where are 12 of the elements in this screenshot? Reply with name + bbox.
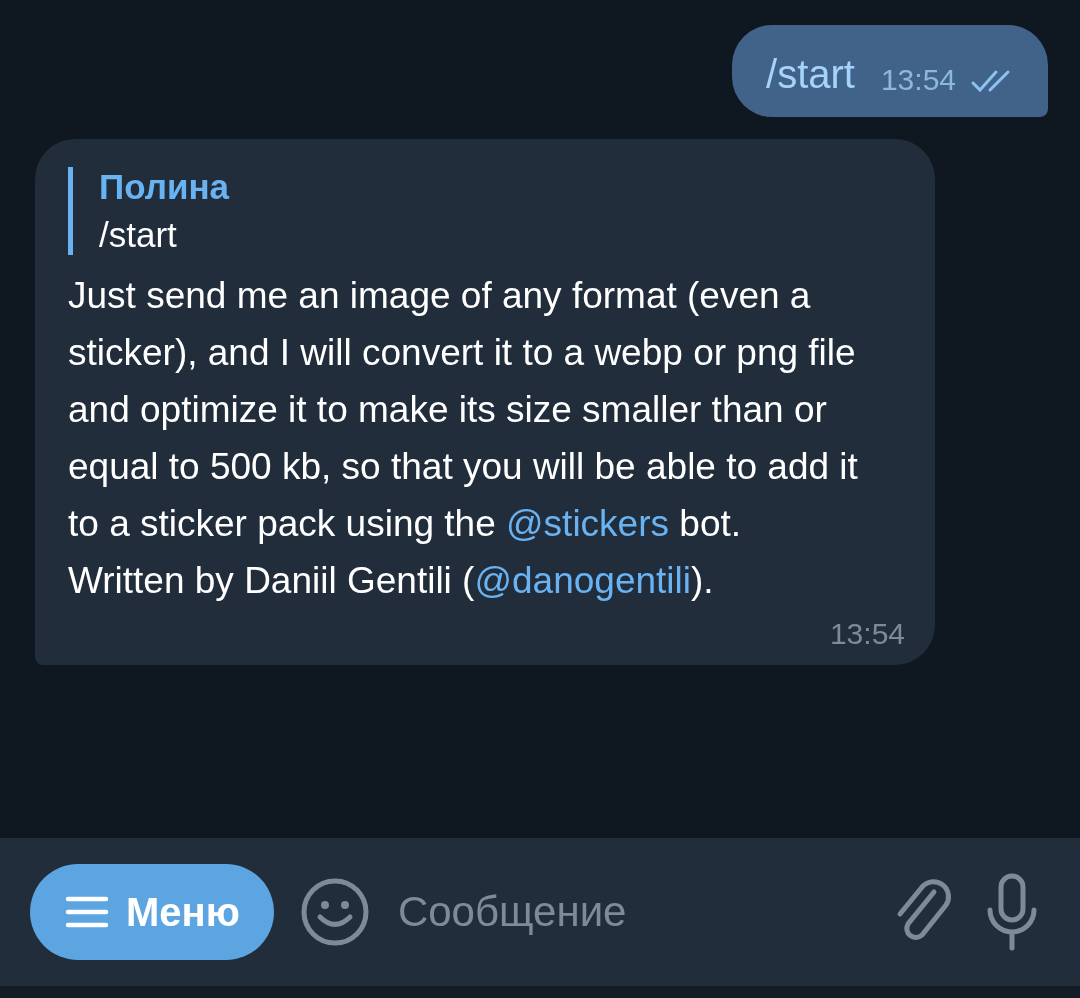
message-text: Just send me an image of any format (even a sticker), and I will convert it to a webp or png file and optimize it to make its size smaller than or equal to 500 kb, so that you will be able to add it to a sticker pack using the @stickers bot. Written by Daniil Gentili (@danogentili). — [68, 274, 859, 603]
reply-quote[interactable]: Полина /start — [68, 167, 905, 255]
menu-icon — [64, 895, 110, 929]
message-text: /start — [766, 51, 855, 98]
reply-text: /start — [99, 215, 177, 255]
mention-link[interactable]: @stickers — [506, 503, 670, 544]
message-time: 13:54 — [829, 617, 905, 651]
message-time: 13:54 — [880, 63, 956, 98]
message-input[interactable]: Сообщение — [395, 887, 862, 937]
smiley-icon[interactable] — [299, 877, 370, 947]
mention-link[interactable]: @danogentili — [474, 560, 691, 601]
reply-author: Полина — [99, 167, 230, 207]
